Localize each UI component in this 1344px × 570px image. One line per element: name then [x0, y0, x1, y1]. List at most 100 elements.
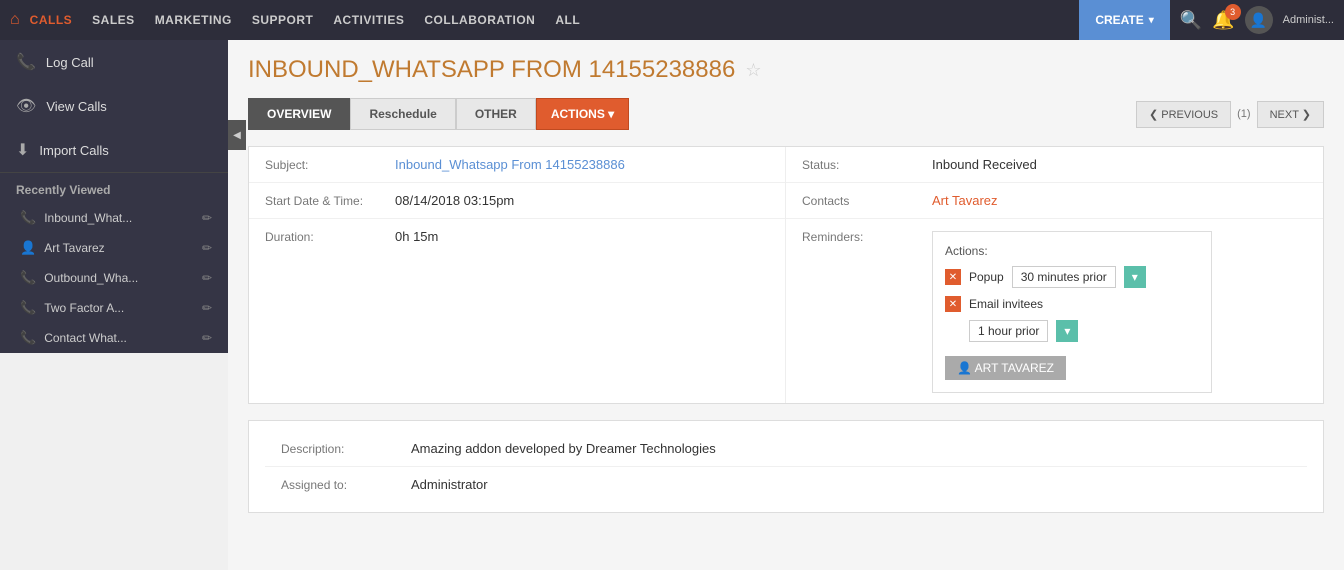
sidebar-item-label-log-call: Log Call [46, 55, 94, 70]
description-row: Description: Amazing addon developed by … [265, 431, 1307, 467]
two-factor-icon: 📞 [20, 300, 36, 316]
duration-value: 0h 15m [395, 229, 438, 244]
recently-viewed-section: Recently Viewed [0, 172, 228, 203]
contacts-value[interactable]: Art Tavarez [932, 193, 998, 208]
sidebar-item-log-call[interactable]: 📞 Log Call [0, 40, 228, 84]
popup-reminder-row: ✕ Popup 30 minutes prior ▾ [945, 266, 1199, 288]
subject-label: Subject: [265, 157, 395, 172]
tabs-bar: OVERVIEW Reschedule OTHER ACTIONS ▾ ❮ PR… [248, 98, 1324, 130]
art-tavarez-icon: 👤 [20, 240, 36, 256]
sidebar-wrapper: 📞 Log Call 👁 View Calls ⬇ Import Calls R… [0, 40, 228, 570]
inbound-icon: 📞 [20, 210, 36, 226]
nav-item-all[interactable]: ALL [555, 13, 580, 27]
sidebar-item-contact[interactable]: 📞 Contact What... ✏ [0, 323, 228, 353]
email-remove-icon[interactable]: ✕ [945, 296, 961, 312]
sidebar: 📞 Log Call 👁 View Calls ⬇ Import Calls R… [0, 40, 228, 353]
reminders-row: Reminders: Actions: ✕ Popup 30 minutes p… [786, 219, 1323, 403]
nav-item-collaboration[interactable]: COLLABORATION [424, 13, 535, 27]
sidebar-item-inbound[interactable]: 📞 Inbound_What... ✏ [0, 203, 228, 233]
page-title-text: INBOUND_WHATSAPP FROM 14155238886 [248, 56, 735, 84]
nav-item-calls[interactable]: CALLS [30, 13, 73, 27]
assigned-row: Assigned to: Administrator [265, 467, 1307, 502]
art-tavarez-label: Art Tavarez [44, 241, 104, 255]
top-nav: ⌂ CALLS SALES MARKETING SUPPORT ACTIVITI… [0, 0, 1344, 40]
sidebar-item-outbound[interactable]: 📞 Outbound_Wha... ✏ [0, 263, 228, 293]
popup-type-label: Popup [969, 270, 1004, 284]
sidebar-item-import-calls[interactable]: ⬇ Import Calls [0, 128, 228, 172]
tab-reschedule[interactable]: Reschedule [350, 98, 455, 130]
bottom-section: Description: Amazing addon developed by … [248, 420, 1324, 513]
contact-edit-icon[interactable]: ✏ [202, 331, 212, 345]
start-date-label: Start Date & Time: [265, 193, 395, 208]
main-layout: 📞 Log Call 👁 View Calls ⬇ Import Calls R… [0, 40, 1344, 570]
nav-right: CREATE ▾ 🔍 🔔 3 👤 Administ... [1079, 0, 1334, 40]
sidebar-item-label-import-calls: Import Calls [39, 143, 108, 158]
email-type-label: Email invitees [969, 297, 1043, 311]
nav-item-activities[interactable]: ACTIVITIES [333, 13, 404, 27]
outbound-edit-icon[interactable]: ✏ [202, 271, 212, 285]
two-factor-edit-icon[interactable]: ✏ [202, 301, 212, 315]
status-value: Inbound Received [932, 157, 1037, 172]
inbound-label: Inbound_What... [44, 211, 132, 225]
tab-overview[interactable]: OVERVIEW [248, 98, 350, 130]
next-button[interactable]: NEXT ❯ [1257, 101, 1324, 128]
assigned-value: Administrator [411, 477, 488, 492]
status-label: Status: [802, 157, 932, 172]
detail-right: Status: Inbound Received Contacts Art Ta… [786, 147, 1323, 403]
sidebar-item-art-tavarez[interactable]: 👤 Art Tavarez ✏ [0, 233, 228, 263]
outbound-label: Outbound_Wha... [44, 271, 138, 285]
home-icon[interactable]: ⌂ [10, 11, 20, 29]
nav-buttons: ❮ PREVIOUS (1) NEXT ❯ [1136, 101, 1324, 128]
tab-actions[interactable]: ACTIONS ▾ [536, 98, 629, 130]
popup-remove-icon[interactable]: ✕ [945, 269, 961, 285]
assigned-label: Assigned to: [281, 477, 411, 492]
nav-count: (1) [1237, 108, 1250, 120]
start-date-row: Start Date & Time: 08/14/2018 03:15pm [249, 183, 785, 219]
inbound-edit-icon[interactable]: ✏ [202, 211, 212, 225]
duration-row: Duration: 0h 15m [249, 219, 785, 254]
sidebar-item-view-calls[interactable]: 👁 View Calls [0, 84, 228, 128]
log-call-icon: 📞 [16, 52, 36, 72]
contacts-row: Contacts Art Tavarez [786, 183, 1323, 219]
status-row: Status: Inbound Received [786, 147, 1323, 183]
actions-label: Actions: [945, 244, 1199, 258]
reminder-box: Actions: ✕ Popup 30 minutes prior ▾ ✕ [932, 231, 1212, 393]
notification-badge: 3 [1225, 4, 1241, 20]
nav-items: CALLS SALES MARKETING SUPPORT ACTIVITIES… [30, 13, 1080, 27]
nav-item-marketing[interactable]: MARKETING [155, 13, 232, 27]
content-inner: INBOUND_WHATSAPP FROM 14155238886 ☆ OVER… [228, 40, 1344, 529]
invitee-button[interactable]: 👤 ART TAVAREZ [945, 356, 1066, 380]
email-reminder-row: ✕ Email invitees [945, 296, 1199, 312]
import-calls-icon: ⬇ [16, 140, 29, 160]
reminders-label: Reminders: [802, 229, 932, 244]
subject-row: Subject: Inbound_Whatsapp From 141552388… [249, 147, 785, 183]
email-time-row: 1 hour prior ▾ [945, 320, 1199, 342]
detail-grid: Subject: Inbound_Whatsapp From 141552388… [248, 146, 1324, 404]
email-time-value: 1 hour prior [969, 320, 1048, 342]
nav-item-support[interactable]: SUPPORT [252, 13, 314, 27]
subject-value: Inbound_Whatsapp From 14155238886 [395, 157, 625, 172]
tab-other[interactable]: OTHER [456, 98, 536, 130]
contacts-label: Contacts [802, 193, 932, 208]
sidebar-item-label-view-calls: View Calls [46, 99, 106, 114]
email-dropdown-button[interactable]: ▾ [1056, 320, 1078, 342]
popup-dropdown-button[interactable]: ▾ [1124, 266, 1146, 288]
description-label: Description: [281, 441, 411, 456]
art-tavarez-edit-icon[interactable]: ✏ [202, 241, 212, 255]
detail-left: Subject: Inbound_Whatsapp From 141552388… [249, 147, 786, 403]
nav-item-sales[interactable]: SALES [92, 13, 135, 27]
previous-button[interactable]: ❮ PREVIOUS [1136, 101, 1231, 128]
sidebar-item-two-factor[interactable]: 📞 Two Factor A... ✏ [0, 293, 228, 323]
content-area: INBOUND_WHATSAPP FROM 14155238886 ☆ OVER… [228, 40, 1344, 570]
admin-avatar[interactable]: 👤 [1245, 6, 1273, 34]
outbound-icon: 📞 [20, 270, 36, 286]
notification-icon[interactable]: 🔔 3 [1212, 10, 1234, 31]
description-value: Amazing addon developed by Dreamer Techn… [411, 441, 716, 456]
admin-label: Administ... [1283, 14, 1334, 26]
sidebar-toggle[interactable]: ◀ [228, 120, 246, 150]
create-button[interactable]: CREATE ▾ [1079, 0, 1169, 40]
search-icon[interactable]: 🔍 [1180, 10, 1202, 31]
duration-label: Duration: [265, 229, 395, 244]
view-calls-icon: 👁 [16, 96, 36, 116]
favorite-icon[interactable]: ☆ [745, 60, 761, 81]
